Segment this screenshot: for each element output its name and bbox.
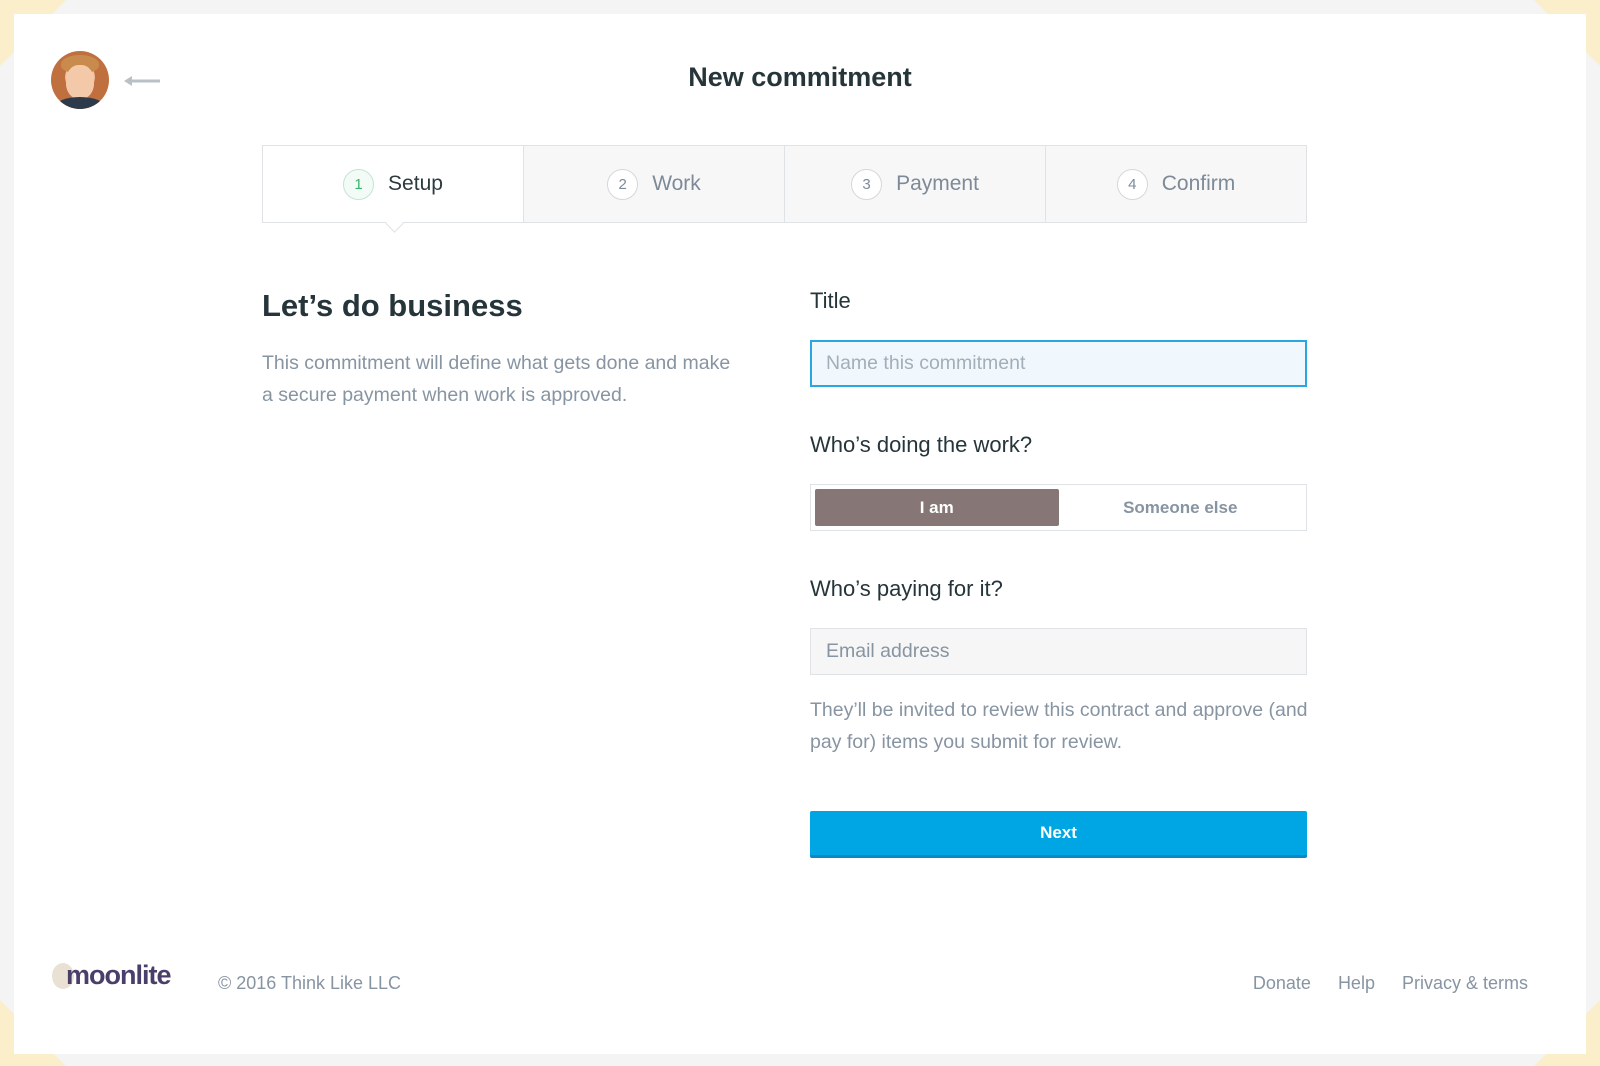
section-heading: Let’s do business: [262, 288, 523, 323]
title-input[interactable]: [810, 340, 1307, 387]
next-button[interactable]: Next: [810, 811, 1307, 858]
worker-label: Who’s doing the work?: [810, 432, 1033, 457]
step-label: Work: [652, 172, 701, 195]
step-label: Payment: [896, 172, 979, 195]
copyright: © 2016 Think Like LLC: [218, 973, 402, 993]
step-number: 1: [343, 168, 375, 200]
privacy-terms-link[interactable]: Privacy & terms: [1402, 973, 1528, 994]
step-number: 3: [851, 168, 883, 200]
step-confirm[interactable]: 4 Confirm: [1045, 146, 1306, 222]
step-payment[interactable]: 3 Payment: [784, 146, 1045, 222]
step-label: Confirm: [1161, 172, 1236, 195]
i-am-option[interactable]: I am: [815, 489, 1059, 526]
email-field[interactable]: [810, 628, 1307, 675]
step-progress: 1 Setup 2 Work 3 Payment 4 Confirm: [262, 145, 1307, 223]
payer-help-text: They’ll be invited to review this contra…: [810, 699, 1308, 753]
worker-toggle: I am Someone else: [810, 484, 1307, 531]
page-title: New commitment: [688, 62, 912, 92]
moonlite-logo[interactable]: moonlite: [52, 960, 171, 991]
title-label: Title: [810, 288, 851, 313]
step-label: Setup: [388, 172, 443, 195]
section-description: This commitment will define what gets do…: [262, 352, 731, 406]
logo-text: moonlite: [66, 960, 171, 990]
step-number: 2: [607, 168, 639, 200]
donate-link[interactable]: Donate: [1253, 973, 1311, 994]
payer-label: Who’s paying for it?: [810, 576, 1003, 601]
step-work[interactable]: 2 Work: [523, 146, 784, 222]
footer-links: Donate Help Privacy & terms: [1253, 973, 1528, 994]
help-link[interactable]: Help: [1338, 973, 1375, 994]
someone-else-option[interactable]: Someone else: [1059, 489, 1303, 526]
step-setup[interactable]: 1 Setup: [263, 146, 523, 222]
step-number: 4: [1116, 168, 1148, 200]
page-card: New commitment 1 Setup 2 Work 3 Payment …: [14, 14, 1586, 1054]
